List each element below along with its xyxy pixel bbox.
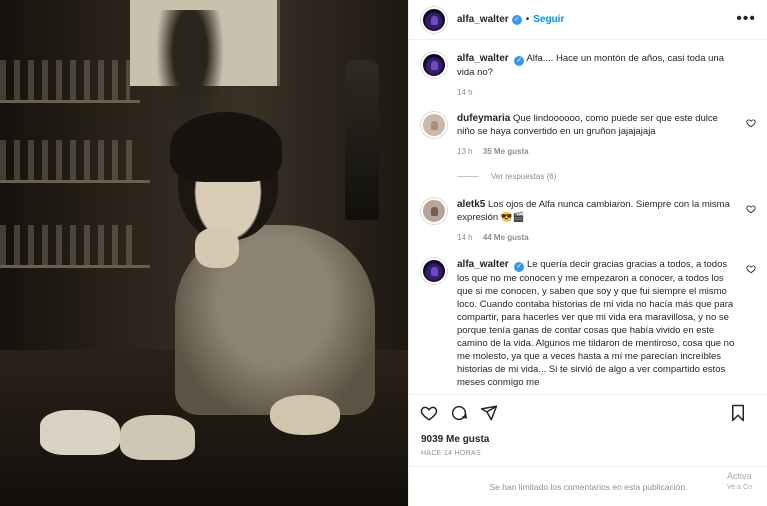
post-timestamp[interactable]: HACE 14 HORAS bbox=[421, 450, 481, 457]
like-comment-icon[interactable] bbox=[746, 204, 756, 214]
photo-boy-hair bbox=[170, 112, 282, 182]
avatar[interactable] bbox=[421, 6, 447, 33]
photo-glasses bbox=[0, 140, 140, 180]
photo-boy-hand bbox=[195, 228, 239, 268]
comment-text: Los ojos de Alfa nunca cambiaron. Siempr… bbox=[457, 199, 730, 223]
comments-limited-notice: Se han limitado los comentarios en esta … bbox=[409, 466, 767, 506]
post-photo[interactable] bbox=[0, 0, 408, 506]
share-icon[interactable] bbox=[479, 403, 499, 423]
comments-list[interactable]: alfa_walter ✓ Alfa.... Hace un montón de… bbox=[409, 40, 767, 394]
caption-time[interactable]: 14 h bbox=[457, 88, 473, 97]
like-comment-icon[interactable] bbox=[746, 264, 756, 274]
windows-activation-watermark: Activa Ve a Co bbox=[727, 471, 752, 491]
post-side-panel: alfa_walter ✓ • Seguir ••• alfa_walter ✓… bbox=[408, 0, 767, 506]
avatar[interactable] bbox=[421, 198, 447, 224]
comment-username[interactable]: dufeymaria bbox=[457, 113, 510, 124]
post-likes-count[interactable]: 9039 Me gusta bbox=[421, 434, 489, 445]
comment-icon[interactable] bbox=[449, 403, 469, 423]
view-replies-button[interactable]: Ver respuestas (6) bbox=[457, 172, 556, 181]
comment-username[interactable]: alfa_walter bbox=[457, 259, 509, 270]
avatar[interactable] bbox=[421, 258, 447, 284]
verified-badge-icon: ✓ bbox=[511, 14, 522, 25]
photo-shelf bbox=[0, 180, 150, 183]
post-actions-bar bbox=[409, 394, 767, 430]
like-comment-icon[interactable] bbox=[746, 118, 756, 128]
comment-username[interactable]: alfa_walter bbox=[457, 53, 509, 64]
comment-likes[interactable]: 44 Me gusta bbox=[483, 233, 529, 242]
bookmark-icon[interactable] bbox=[728, 403, 748, 423]
photo-shoe bbox=[120, 415, 195, 460]
photo-boy-hand bbox=[270, 395, 340, 435]
header-separator: • bbox=[525, 14, 530, 25]
caption: alfa_walter ✓ Alfa.... Hace un montón de… bbox=[421, 52, 756, 99]
photo-shelf bbox=[0, 265, 150, 268]
photo-shelf bbox=[0, 100, 140, 103]
verified-badge-icon: ✓ bbox=[514, 262, 525, 272]
avatar[interactable] bbox=[421, 52, 447, 78]
comment-item: aletk5 Los ojos de Alfa nunca cambiaron.… bbox=[421, 198, 756, 244]
post-header: alfa_walter ✓ • Seguir ••• bbox=[409, 0, 767, 40]
heart-icon[interactable] bbox=[419, 403, 439, 423]
comment-time[interactable]: 13 h bbox=[457, 147, 473, 156]
photo-shoe bbox=[40, 410, 120, 455]
verified-badge-icon: ✓ bbox=[514, 56, 525, 66]
more-options-icon[interactable]: ••• bbox=[736, 10, 756, 28]
instagram-post: alfa_walter ✓ • Seguir ••• alfa_walter ✓… bbox=[0, 0, 767, 506]
header-username[interactable]: alfa_walter bbox=[457, 14, 509, 25]
photo-bottle bbox=[345, 60, 379, 220]
comment-text: Le quería decir gracias gracias a todos,… bbox=[457, 259, 735, 388]
avatar[interactable] bbox=[421, 112, 447, 138]
comment-item: alfa_walter ✓ Le quería decir gracias gr… bbox=[421, 258, 756, 389]
comment-likes[interactable]: 35 Me gusta bbox=[483, 147, 529, 156]
follow-button[interactable]: Seguir bbox=[533, 14, 564, 25]
photo-glasses bbox=[0, 60, 130, 100]
replies-divider bbox=[457, 176, 479, 177]
comment-username[interactable]: aletk5 bbox=[457, 199, 485, 210]
comment-item: dufeymaria Que lindoooooo, como puede se… bbox=[421, 112, 756, 158]
comment-time[interactable]: 14 h bbox=[457, 233, 473, 242]
photo-glasses bbox=[0, 225, 140, 265]
